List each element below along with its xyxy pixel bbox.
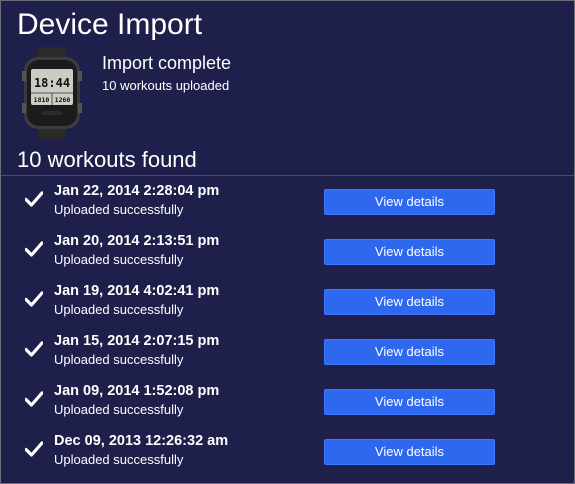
checkmark-icon — [25, 341, 43, 357]
upload-status: Uploaded successfully — [54, 452, 184, 467]
checkmark-icon — [25, 241, 43, 257]
divider — [1, 175, 574, 176]
workout-list: Jan 22, 2014 2:28:04 pm Uploaded success… — [1, 179, 574, 479]
watch-screen-left: 1810 — [34, 96, 50, 104]
device-import-panel: Device Import 18:44 1810 1260 Import com… — [0, 0, 575, 484]
workout-date: Jan 19, 2014 4:02:41 pm — [54, 283, 220, 299]
workouts-found-heading: 10 workouts found — [17, 147, 197, 172]
view-details-button[interactable]: View details — [324, 439, 495, 465]
upload-status: Uploaded successfully — [54, 202, 184, 217]
checkmark-icon — [25, 291, 43, 307]
watch-screen-right: 1260 — [55, 96, 71, 104]
workout-date: Dec 09, 2013 12:26:32 am — [54, 433, 229, 449]
workout-date: Jan 20, 2014 2:13:51 pm — [54, 233, 220, 249]
workout-row: Dec 09, 2013 12:26:32 am Uploaded succes… — [1, 429, 574, 479]
upload-status: Uploaded successfully — [54, 402, 184, 417]
workout-date: Jan 09, 2014 1:52:08 pm — [54, 383, 220, 399]
import-status: Import complete 10 workouts uploaded — [102, 52, 231, 95]
checkmark-icon — [25, 191, 43, 207]
upload-status: Uploaded successfully — [54, 252, 184, 267]
upload-status: Uploaded successfully — [54, 352, 184, 367]
workout-row: Jan 09, 2014 1:52:08 pm Uploaded success… — [1, 379, 574, 429]
workout-row: Jan 22, 2014 2:28:04 pm Uploaded success… — [1, 179, 574, 229]
workout-date: Jan 15, 2014 2:07:15 pm — [54, 333, 220, 349]
watch-screen-time: 18:44 — [34, 76, 70, 90]
checkmark-icon — [25, 441, 43, 457]
workout-row: Jan 20, 2014 2:13:51 pm Uploaded success… — [1, 229, 574, 279]
view-details-button[interactable]: View details — [324, 389, 495, 415]
workout-row: Jan 15, 2014 2:07:15 pm Uploaded success… — [1, 329, 574, 379]
checkmark-icon — [25, 391, 43, 407]
upload-status: Uploaded successfully — [54, 302, 184, 317]
status-detail: 10 workouts uploaded — [102, 78, 230, 93]
garmin-watch-icon: 18:44 1810 1260 — [22, 47, 82, 139]
page-title: Device Import — [17, 8, 203, 41]
status-headline: Import complete — [102, 53, 232, 73]
view-details-button[interactable]: View details — [324, 239, 495, 265]
view-details-button[interactable]: View details — [324, 339, 495, 365]
view-details-button[interactable]: View details — [324, 289, 495, 315]
workout-row: Jan 19, 2014 4:02:41 pm Uploaded success… — [1, 279, 574, 329]
view-details-button[interactable]: View details — [324, 189, 495, 215]
workout-date: Jan 22, 2014 2:28:04 pm — [54, 183, 220, 199]
